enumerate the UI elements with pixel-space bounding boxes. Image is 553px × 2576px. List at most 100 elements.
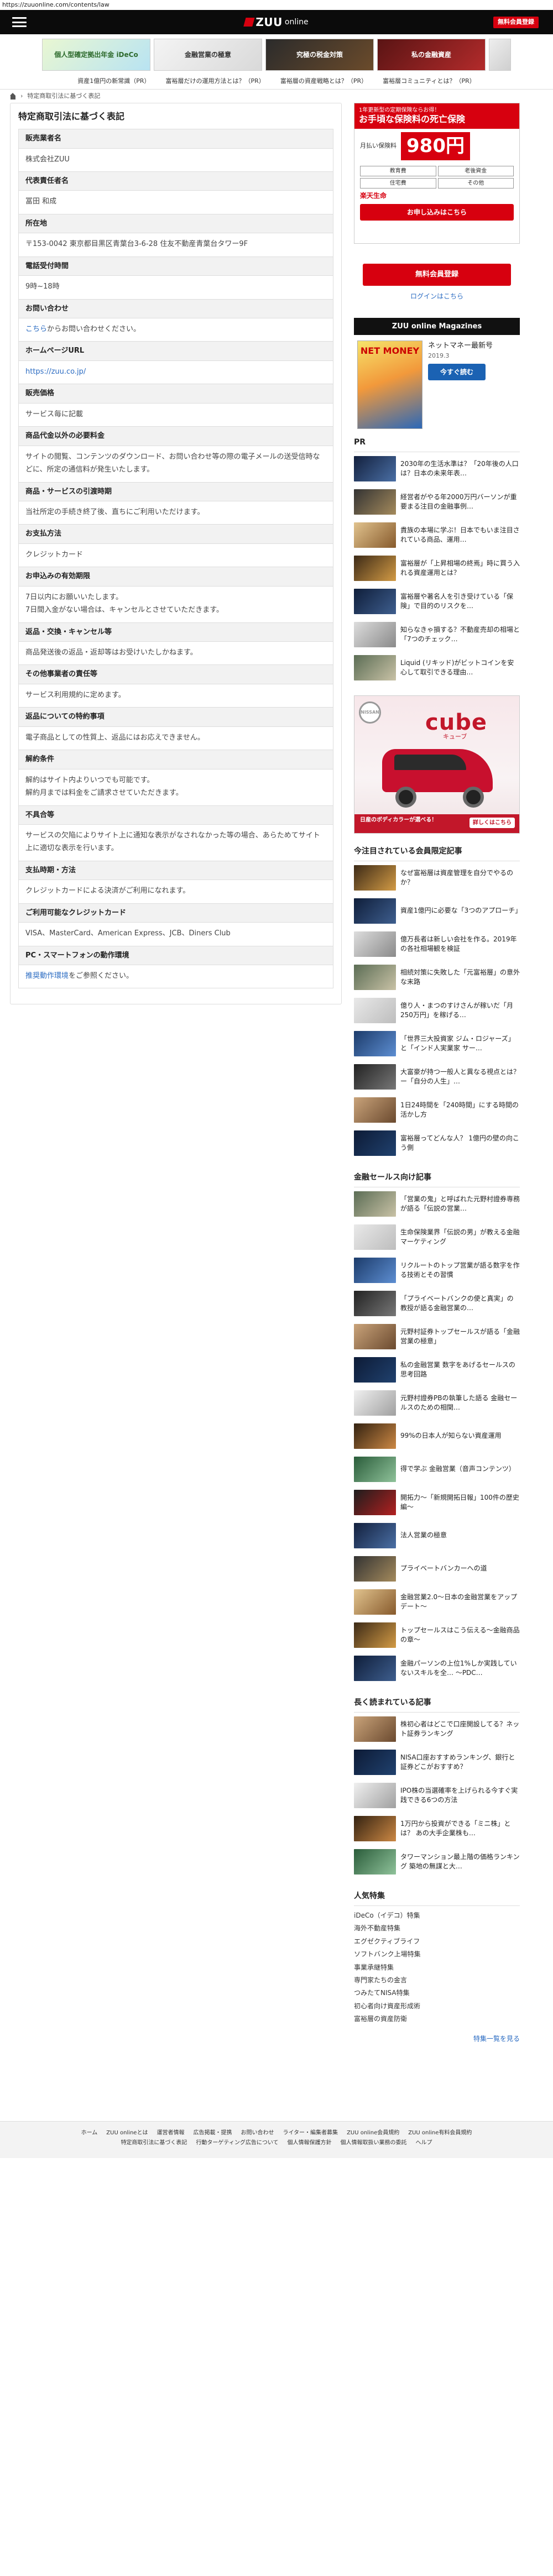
- article-item[interactable]: 富裕層が「上昇相場の終焉」時に買う入れる資産運用とは？: [354, 552, 520, 585]
- article-item[interactable]: 元野村証券トップセールスが語る「金融営業の極意」: [354, 1320, 520, 1353]
- car-ad-more-button[interactable]: 詳しくはこちら: [469, 818, 515, 828]
- banner-tax[interactable]: 究極の税金対策: [265, 39, 374, 71]
- feature-link[interactable]: つみたてNISA特集: [354, 1987, 520, 1999]
- article-title[interactable]: 元野村証券トップセールスが語る「金融営業の極意」: [400, 1327, 520, 1347]
- article-item[interactable]: Liquid (リキッド)がビットコインを安心して取引できる理由…: [354, 651, 520, 684]
- article-item[interactable]: 知らなきゃ損する？不動産売却の相場と「7つのチェック…: [354, 618, 520, 651]
- home-icon[interactable]: [10, 92, 16, 100]
- article-item[interactable]: 相続対策に失敗した「元富裕層」の意外な末路: [354, 961, 520, 994]
- article-item[interactable]: 富裕層や著名人を引き受けている「保険」で目的のリスクを…: [354, 585, 520, 618]
- footer-link[interactable]: ライター・編集者募集: [283, 2128, 338, 2138]
- article-item[interactable]: プライベートバンカーへの道: [354, 1552, 520, 1585]
- feature-link[interactable]: iDeCo（イデコ）特集: [354, 1909, 520, 1922]
- article-title[interactable]: タワーマンション最上階の価格ランキング 築地の無謀と大…: [400, 1852, 520, 1872]
- article-title[interactable]: 元野村證券PBの執筆した語る 金融セールスのための相関…: [400, 1394, 520, 1413]
- article-title[interactable]: 「プライベートバンクの使と真実」の教授が語る金融営業の…: [400, 1294, 520, 1313]
- banner-sales[interactable]: 金融営業の極意: [154, 39, 262, 71]
- article-thumbnail[interactable]: [354, 1097, 396, 1123]
- article-thumbnail[interactable]: [354, 589, 396, 614]
- footer-link[interactable]: 個人情報保護方針: [288, 2138, 332, 2148]
- article-title[interactable]: なぜ富裕層は資産管理を自分でやるのか？: [400, 868, 520, 888]
- article-title[interactable]: 開拓力〜「新規開拓日報」100件の歴史編〜: [400, 1493, 520, 1512]
- article-thumbnail[interactable]: [354, 1390, 396, 1416]
- article-thumbnail[interactable]: [354, 456, 396, 481]
- article-item[interactable]: NISA口座おすすめランキング、銀行と証券どこがおすすめ？: [354, 1746, 520, 1779]
- article-item[interactable]: リクルートのトップ営業が語る数字を作る技術とその習慣: [354, 1254, 520, 1287]
- footer-link[interactable]: ZUU online有料会員規約: [408, 2128, 472, 2138]
- article-thumbnail[interactable]: [354, 1716, 396, 1742]
- menu-icon[interactable]: [12, 17, 27, 27]
- article-item[interactable]: 資産1億円に必要な「3つのアプローチ」: [354, 894, 520, 928]
- article-title[interactable]: トップセールスはこう伝える〜金融商品の章〜: [400, 1626, 520, 1645]
- article-thumbnail[interactable]: [354, 1816, 396, 1841]
- article-thumbnail[interactable]: [354, 865, 396, 891]
- article-title[interactable]: 金融パーソンの上位1%しか実践していないスキルを全… 〜PDC…: [400, 1659, 520, 1678]
- article-title[interactable]: 私の金融営業 数字をあげるセールスの思考回路: [400, 1360, 520, 1380]
- article-item[interactable]: IPO株の当選確率を上げられる今すぐ実践できる6つの方法: [354, 1779, 520, 1812]
- article-thumbnail[interactable]: [354, 1224, 396, 1250]
- article-title[interactable]: Liquid (リキッド)がビットコインを安心して取引できる理由…: [400, 658, 520, 678]
- article-thumbnail[interactable]: [354, 1357, 396, 1383]
- article-title[interactable]: プライベートバンカーへの道: [400, 1564, 487, 1573]
- article-thumbnail[interactable]: [354, 489, 396, 515]
- feature-link[interactable]: 富裕層の資産防衛: [354, 2013, 520, 2025]
- article-title[interactable]: 「営業の鬼」と呼ばれた元野村證券専務が語る「伝説の営業…: [400, 1195, 520, 1214]
- article-title[interactable]: 得で学ぶ 金融営業（音声コンテンツ）: [400, 1464, 515, 1474]
- url-bar[interactable]: https://zuuonline.com/contents/law: [0, 0, 553, 10]
- footer-link[interactable]: ZUU onlineとは: [106, 2128, 148, 2138]
- insurance-ad[interactable]: 1年更新型の定期保険ならお得！ お手頃な保険料の死亡保険 月払い保険料 980円…: [354, 103, 520, 244]
- article-title[interactable]: IPO株の当選確率を上げられる今すぐ実践できる6つの方法: [400, 1786, 520, 1805]
- article-thumbnail[interactable]: [354, 965, 396, 990]
- law-row-link[interactable]: https://zuu.co.jp/: [25, 368, 86, 376]
- article-thumbnail[interactable]: [354, 998, 396, 1023]
- article-item[interactable]: 2030年の生活水準は？「20年後の人口は？日本の未来年表…: [354, 452, 520, 485]
- article-item[interactable]: 私の金融営業 数字をあげるセールスの思考回路: [354, 1353, 520, 1386]
- article-thumbnail[interactable]: [354, 1622, 396, 1648]
- article-thumbnail[interactable]: [354, 655, 396, 680]
- article-thumbnail[interactable]: [354, 1783, 396, 1808]
- article-title[interactable]: 資産1億円に必要な「3つのアプローチ」: [400, 906, 520, 915]
- article-thumbnail[interactable]: [354, 556, 396, 581]
- article-thumbnail[interactable]: [354, 1750, 396, 1775]
- article-thumbnail[interactable]: [354, 1423, 396, 1449]
- article-item[interactable]: 大富豪が持つ一般人と異なる視点とは？ー「自分の人生」…: [354, 1060, 520, 1093]
- article-title[interactable]: 金融営業2.0〜日本の金融営業をアップデート〜: [400, 1593, 520, 1612]
- article-item[interactable]: 「世界三大投資家 ジム・ロジャーズ」と「インド人実業家 サー…: [354, 1027, 520, 1060]
- site-logo[interactable]: ZUU online: [243, 14, 309, 30]
- article-item[interactable]: 99%の日本人が知らない資産運用: [354, 1420, 520, 1453]
- article-title[interactable]: 法人営業の極意: [400, 1531, 447, 1540]
- feature-link[interactable]: ソフトバンク上場特集: [354, 1948, 520, 1961]
- article-title[interactable]: 億り人・まつのすけさんが稼いだ「月250万円」を稼げる…: [400, 1001, 520, 1020]
- article-thumbnail[interactable]: [354, 1656, 396, 1681]
- footer-link[interactable]: 行動ターゲティング広告について: [196, 2138, 278, 2148]
- free-register-button[interactable]: 無料会員登録: [363, 264, 511, 286]
- article-title[interactable]: NISA口座おすすめランキング、銀行と証券どこがおすすめ？: [400, 1753, 520, 1772]
- article-item[interactable]: 「営業の鬼」と呼ばれた元野村證券専務が語る「伝説の営業…: [354, 1187, 520, 1221]
- pr-link[interactable]: 資産1億円の新常識（PR）: [77, 77, 150, 86]
- article-item[interactable]: 富裕層ってどんな人？ 1億円の壁の向こう側: [354, 1127, 520, 1160]
- article-thumbnail[interactable]: [354, 622, 396, 647]
- banner-assets[interactable]: 私の金融資産: [377, 39, 486, 71]
- article-thumbnail[interactable]: [354, 522, 396, 548]
- law-row-link[interactable]: こちら: [25, 325, 47, 333]
- feature-link[interactable]: エグゼクティブライフ: [354, 1935, 520, 1948]
- register-button[interactable]: 無料会員登録: [493, 17, 539, 28]
- login-link[interactable]: ログインはこちら: [410, 292, 463, 300]
- article-item[interactable]: 株初心者はどこで口座開設してる？ネット証券ランキング: [354, 1713, 520, 1746]
- article-thumbnail[interactable]: [354, 1556, 396, 1582]
- article-thumbnail[interactable]: [354, 1031, 396, 1056]
- footer-link[interactable]: 個人情報取扱い業務の委託: [341, 2138, 407, 2148]
- article-item[interactable]: 億り人・まつのすけさんが稼いだ「月250万円」を稼げる…: [354, 994, 520, 1027]
- article-item[interactable]: 生命保険業界「伝説の男」が教える金融マーケティング: [354, 1221, 520, 1254]
- feature-link[interactable]: 事業承継特集: [354, 1961, 520, 1974]
- article-thumbnail[interactable]: [354, 898, 396, 924]
- article-thumbnail[interactable]: [354, 1589, 396, 1615]
- article-thumbnail[interactable]: [354, 931, 396, 957]
- article-thumbnail[interactable]: [354, 1191, 396, 1217]
- article-title[interactable]: 1万円から投資ができる「ミニ株」とは？ あの大手企業株も…: [400, 1819, 520, 1839]
- feature-link[interactable]: 初心者向け資産形成術: [354, 2000, 520, 2013]
- article-title[interactable]: 貴族の本場に学ぶ！日本でもいま注目されている商品、運用…: [400, 526, 520, 545]
- article-title[interactable]: 億万長者は新しい会社を作る。2019年の各社相場観を検証: [400, 935, 520, 954]
- banner-partial[interactable]: [489, 39, 511, 71]
- article-title[interactable]: 富裕層や著名人を引き受けている「保険」で目的のリスクを…: [400, 592, 520, 611]
